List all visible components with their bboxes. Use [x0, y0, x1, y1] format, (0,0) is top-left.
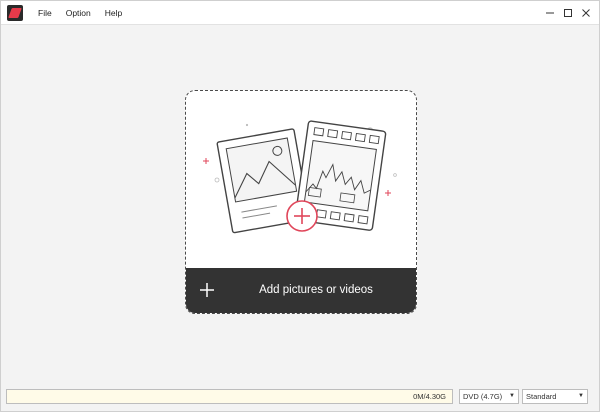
- add-media-button[interactable]: Add pictures or videos: [186, 268, 416, 313]
- disc-capacity-bar: 0M/4.30G: [6, 389, 453, 404]
- app-logo: [7, 4, 23, 21]
- dropdown-arrow-icon: ▼: [578, 393, 584, 399]
- minimize-icon: [546, 12, 554, 14]
- quality-value: Standard: [526, 392, 557, 401]
- close-icon: [582, 9, 590, 17]
- add-media-icon: [286, 200, 318, 232]
- status-bar: 0M/4.30G DVD (4.7G) ▼ Standard ▼: [1, 388, 599, 406]
- close-button[interactable]: [577, 1, 595, 25]
- minimize-button[interactable]: [541, 1, 559, 25]
- title-bar: File Option Help: [1, 1, 599, 25]
- window-controls: [541, 1, 595, 25]
- media-illustration-icon: [203, 120, 397, 234]
- disc-type-select[interactable]: DVD (4.7G) ▼: [459, 389, 519, 404]
- capacity-readout: 0M/4.30G: [413, 392, 446, 401]
- maximize-icon: [564, 9, 572, 17]
- menu-help[interactable]: Help: [98, 1, 129, 25]
- add-media-label: Add pictures or videos: [259, 284, 373, 296]
- menu-file[interactable]: File: [31, 1, 59, 25]
- media-drop-zone[interactable]: Add pictures or videos: [185, 90, 417, 314]
- disc-type-value: DVD (4.7G): [463, 392, 503, 401]
- maximize-button[interactable]: [559, 1, 577, 25]
- dropdown-arrow-icon: ▼: [509, 393, 515, 399]
- quality-select[interactable]: Standard ▼: [522, 389, 588, 404]
- menu-option[interactable]: Option: [59, 1, 98, 25]
